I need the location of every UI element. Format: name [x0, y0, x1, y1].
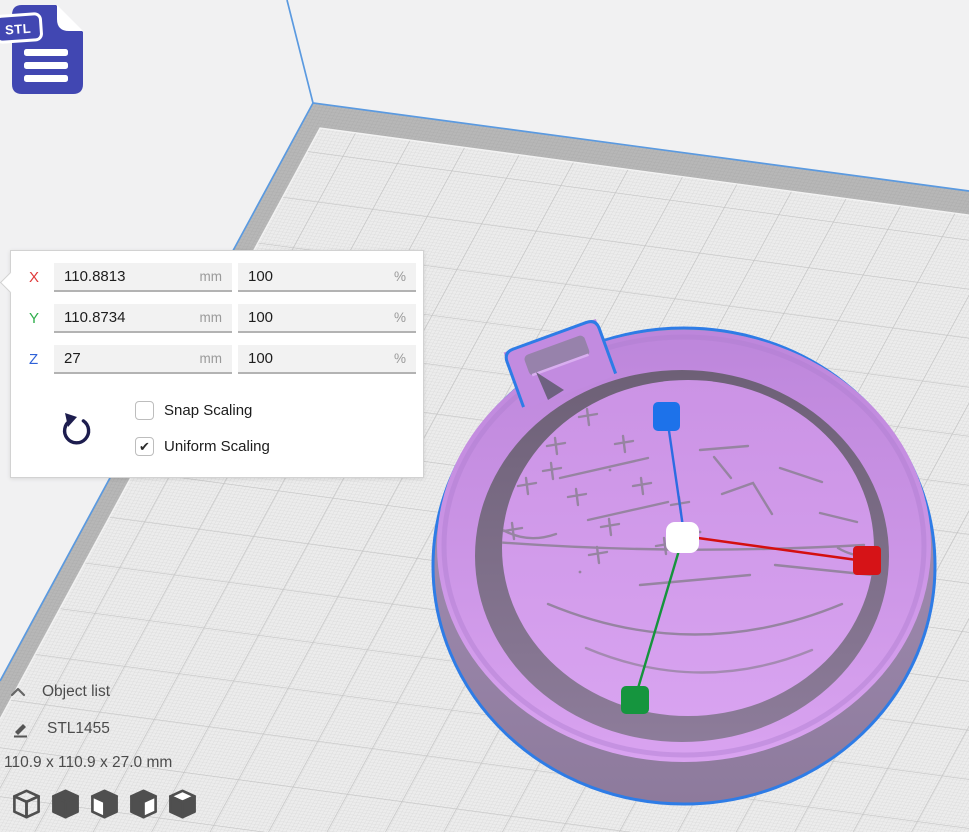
scale-z-percent-unit: %: [394, 351, 406, 366]
object-name: STL1455: [47, 720, 110, 738]
scale-x-percent-unit: %: [394, 269, 406, 284]
view-front-button[interactable]: [49, 786, 82, 822]
view-3d-button[interactable]: [10, 786, 43, 822]
scale-row-x: X 110.8813 mm 100 %: [29, 263, 423, 292]
model-dimensions-label: 110.9 x 110.9 x 27.0 mm: [4, 754, 172, 772]
uniform-scaling-checkbox[interactable]: ✔: [135, 437, 154, 456]
cube-wireframe-icon: [10, 787, 43, 821]
scale-row-z: Z 27 mm 100 %: [29, 345, 423, 374]
scale-z-mm-unit: mm: [200, 351, 223, 366]
scale-z-mm-input[interactable]: 27 mm: [54, 345, 232, 374]
view-right-button[interactable]: [166, 786, 199, 822]
camera-view-toolbar: [10, 786, 205, 822]
scale-handle-z[interactable]: [653, 402, 680, 431]
scale-y-mm-input[interactable]: 110.8734 mm: [54, 304, 232, 333]
cube-top-face-icon: [166, 787, 199, 821]
scale-y-mm-value: 110.8734: [64, 309, 125, 326]
scale-z-mm-value: 27: [64, 350, 81, 367]
scale-y-mm-unit: mm: [200, 310, 223, 325]
object-list-title: Object list: [42, 683, 110, 701]
scale-tool-panel: X 110.8813 mm 100 % Y 110.8734 mm 100 % …: [10, 250, 424, 478]
axis-y-label: Y: [29, 310, 54, 327]
folded-corner: [57, 5, 83, 31]
scale-handle-x[interactable]: [853, 546, 881, 575]
cube-solid-icon: [49, 787, 82, 821]
stl-badge: STL: [0, 13, 42, 42]
scale-x-percent-input[interactable]: 100 %: [238, 263, 416, 292]
snap-scaling-row: Snap Scaling: [135, 401, 252, 420]
scale-x-mm-input[interactable]: 110.8813 mm: [54, 263, 232, 292]
snap-scaling-label: Snap Scaling: [164, 402, 252, 419]
reset-scale-button[interactable]: [58, 411, 94, 447]
snap-scaling-checkbox[interactable]: [135, 401, 154, 420]
chevron-up-icon: [10, 686, 26, 698]
scale-x-mm-unit: mm: [200, 269, 223, 284]
uniform-scaling-row: ✔ Uniform Scaling: [135, 437, 270, 456]
axis-z-label: Z: [29, 351, 54, 368]
object-list-item[interactable]: STL1455: [12, 720, 110, 738]
scale-x-mm-value: 110.8813: [64, 268, 125, 285]
object-list-header[interactable]: Object list: [10, 683, 110, 701]
reset-arrow-icon: [58, 411, 94, 447]
cube-left-face-icon: [127, 787, 160, 821]
scale-row-y: Y 110.8734 mm 100 %: [29, 304, 423, 333]
scale-handle-y[interactable]: [621, 686, 649, 714]
view-top-button[interactable]: [88, 786, 121, 822]
scale-x-percent-value: 100: [248, 268, 273, 285]
stl-file-icon[interactable]: STL: [0, 2, 92, 98]
scale-handle-center[interactable]: [666, 522, 699, 553]
scale-z-percent-value: 100: [248, 350, 273, 367]
application-window: { "file_badge": { "label": "STL", "color…: [0, 0, 969, 832]
cube-front-face-icon: [88, 787, 121, 821]
scale-y-percent-value: 100: [248, 309, 273, 326]
scale-z-percent-input[interactable]: 100 %: [238, 345, 416, 374]
stl-badge-label: STL: [5, 21, 32, 38]
axis-x-label: X: [29, 269, 54, 286]
uniform-scaling-label: Uniform Scaling: [164, 438, 270, 455]
scale-y-percent-unit: %: [394, 310, 406, 325]
view-left-button[interactable]: [127, 786, 160, 822]
mesh-pencil-icon: [12, 721, 29, 738]
scale-y-percent-input[interactable]: 100 %: [238, 304, 416, 333]
